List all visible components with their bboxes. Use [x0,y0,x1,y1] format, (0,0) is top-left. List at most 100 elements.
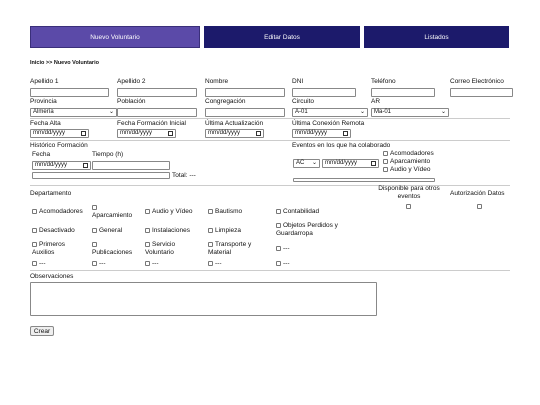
fecha-formacion-label: Fecha Formación Inicial [117,120,186,127]
checkbox[interactable] [145,241,150,247]
checkbox[interactable] [276,245,281,251]
eventos-date[interactable]: mm/dd/yyyy [322,159,379,168]
checkbox[interactable] [92,260,97,266]
fecha-alta-date[interactable]: mm/dd/yyyy [30,129,89,138]
divider [30,270,510,271]
departamento-item[interactable]: Audio y Vídeo [145,208,192,216]
ultima-conexion-date[interactable]: mm/dd/yyyy [292,129,351,138]
tab-nuevo-voluntario[interactable]: Nuevo Voluntario [30,26,200,48]
checkbox[interactable] [92,227,97,233]
apellido1-label: Apellido 1 [30,78,59,85]
departamento-item[interactable]: Limpieza [208,227,241,235]
departamento-item[interactable]: --- [145,260,159,268]
apellido2-field[interactable] [117,88,197,97]
provincia-label: Provincia [30,98,57,105]
checkbox[interactable] [276,208,281,214]
email-field[interactable] [450,88,513,97]
dni-field[interactable] [292,88,356,97]
departamento-item[interactable]: --- [92,260,106,268]
tab-label: Nuevo Voluntario [90,33,140,41]
historico-list[interactable] [32,172,170,179]
provincia-select[interactable]: Almería ⌄ [30,108,117,117]
autorizacion-checkbox[interactable] [477,204,482,209]
historico-fecha-date[interactable]: mm/dd/yyyy [32,161,91,170]
nombre-field[interactable] [205,88,285,97]
departamento-item[interactable]: Contabilidad [276,208,319,216]
eventos-checkbox-item[interactable]: Audio y Vídeo [383,166,430,174]
checkbox[interactable] [32,208,37,214]
disponible-checkbox[interactable] [406,204,411,209]
departamento-item[interactable]: Aparcamiento [92,204,142,220]
divider [30,140,510,141]
crear-button[interactable]: Crear [30,326,54,336]
eventos-item-label: Acomodadores [390,150,434,157]
chevron-down-icon: ⌄ [440,109,446,115]
departamento-item[interactable]: Publicaciones [92,241,142,257]
checkbox[interactable] [383,158,388,164]
departamento-item[interactable]: Servicio Voluntario [145,241,201,257]
checkbox[interactable] [32,227,37,233]
checkbox[interactable] [145,227,150,233]
departamento-item[interactable]: Primeros Auxilios [32,241,88,257]
checkbox[interactable] [208,241,213,247]
departamento-item[interactable]: Objetos Perdidos y Guardarropa [276,222,356,238]
eventos-item-label: Audio y Vídeo [390,166,431,173]
departamento-item-label: Bautismo [215,208,243,215]
date-placeholder: mm/dd/yyyy [33,130,66,136]
nombre-label: Nombre [205,78,229,85]
checkbox[interactable] [145,208,150,214]
departamento-item[interactable]: Bautismo [208,208,242,216]
eventos-checkbox-item[interactable]: Acomodadores [383,150,434,158]
departamento-item[interactable]: Acomodadores [32,208,83,216]
calendar-icon [256,131,261,136]
departamento-item[interactable]: --- [32,260,46,268]
checkbox[interactable] [32,241,37,247]
departamento-item-label: Limpieza [215,227,242,234]
chevron-down-icon: ⌄ [108,109,114,115]
ultima-actualizacion-date[interactable]: mm/dd/yyyy [205,129,264,138]
tab-listados[interactable]: Listados [364,26,509,48]
poblacion-field[interactable] [117,108,197,117]
departamento-item[interactable]: Desactivado [32,227,75,235]
circuito-label: Circuito [292,98,315,105]
departamento-item-label: --- [283,245,290,252]
fecha-formacion-date[interactable]: mm/dd/yyyy [117,129,176,138]
departamento-item[interactable]: Transporte y Material [208,241,268,257]
departamento-item-label: Objetos Perdidos y Guardarropa [276,222,338,237]
chevron-down-icon: ⌄ [359,109,365,115]
observaciones-textarea[interactable] [30,282,377,316]
departamento-item[interactable]: --- [276,245,290,253]
congregacion-field[interactable] [205,108,285,117]
circuito-select[interactable]: A-01 ⌄ [292,108,368,117]
checkbox[interactable] [145,260,150,266]
eventos-scrollbar[interactable] [293,178,435,182]
telefono-field[interactable] [371,88,435,97]
historico-tiempo-field[interactable] [92,161,170,170]
checkbox[interactable] [276,222,281,228]
disponible-label: Disponible para otros eventos [378,185,440,200]
departamento-item[interactable]: Instalaciones [145,227,190,235]
checkbox[interactable] [383,150,388,156]
ar-select-value: Ma-01 [374,109,392,115]
checkbox[interactable] [208,260,213,266]
checkbox[interactable] [383,166,388,172]
departamento-item[interactable]: --- [208,260,222,268]
departamento-item-label: Instalaciones [152,227,190,234]
checkbox[interactable] [208,227,213,233]
apellido1-field[interactable] [30,88,109,97]
departamento-item[interactable]: --- [276,260,290,268]
tab-editar-datos[interactable]: Editar Datos [204,26,360,48]
ultima-actualizacion-label: Última Actualización [205,120,264,127]
checkbox[interactable] [92,204,97,210]
checkbox[interactable] [208,208,213,214]
departamento-item-label: Acomodadores [39,208,83,215]
eventos-select[interactable]: AC ⌄ [293,159,320,168]
ar-select[interactable]: Ma-01 ⌄ [371,108,449,117]
date-placeholder: mm/dd/yyyy [35,162,68,168]
departamento-item[interactable]: General [92,227,122,235]
checkbox[interactable] [32,260,37,266]
ultima-conexion-label: Última Conexión Remota [292,120,365,127]
eventos-checkbox-item[interactable]: Aparcamiento [383,158,430,166]
checkbox[interactable] [276,260,281,266]
checkbox[interactable] [92,241,97,247]
